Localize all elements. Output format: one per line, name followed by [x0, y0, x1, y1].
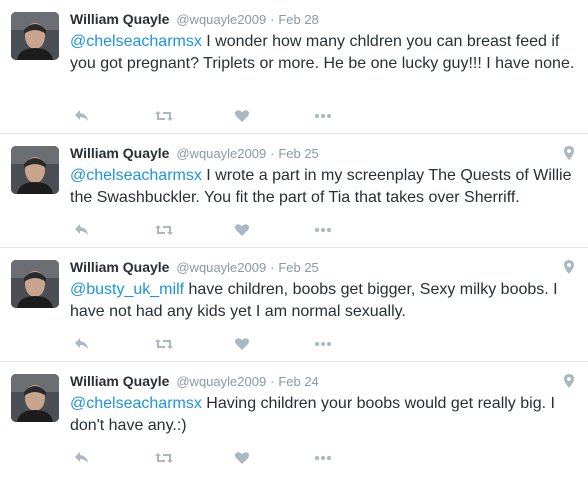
like-button[interactable]: [234, 449, 314, 467]
fullname[interactable]: William Quayle: [70, 259, 169, 275]
timestamp[interactable]: Feb 24: [278, 374, 318, 389]
tweet[interactable]: William Quayle @wquayle2009 · Feb 25 @bu…: [0, 248, 588, 362]
reply-button[interactable]: [74, 335, 154, 353]
like-icon: [235, 110, 249, 122]
more-button[interactable]: [314, 221, 394, 239]
more-button[interactable]: [314, 449, 394, 467]
tweet-header: William Quayle @wquayle2009 · Feb 28: [70, 10, 319, 29]
reply-icon: [75, 338, 88, 349]
tweet-header: William Quayle @wquayle2009 · Feb 25: [70, 144, 319, 163]
avatar[interactable]: [11, 146, 59, 194]
mention-link[interactable]: @busty_uk_milf: [70, 281, 184, 298]
reply-icon: [75, 452, 88, 463]
separator: ·: [270, 146, 275, 161]
reply-icon: [75, 110, 88, 121]
like-button[interactable]: [234, 107, 314, 125]
username[interactable]: @wquayle2009: [176, 374, 266, 389]
tweet-header: William Quayle @wquayle2009 · Feb 24: [70, 372, 319, 391]
tweet[interactable]: William Quayle @wquayle2009 · Feb 28 @ch…: [0, 0, 588, 134]
separator: ·: [270, 374, 275, 389]
tweet-actions: [74, 221, 394, 239]
fullname[interactable]: William Quayle: [70, 11, 169, 27]
reply-button[interactable]: [74, 221, 154, 239]
avatar[interactable]: [11, 374, 59, 422]
location-pin-icon[interactable]: [564, 260, 574, 274]
mention-link[interactable]: @chelseacharmsx: [70, 167, 202, 184]
location-pin-icon[interactable]: [564, 146, 574, 160]
username[interactable]: @wquayle2009: [176, 146, 266, 161]
fullname[interactable]: William Quayle: [70, 145, 169, 161]
retweet-button[interactable]: [154, 221, 234, 239]
username[interactable]: @wquayle2009: [176, 260, 266, 275]
retweet-button[interactable]: [154, 449, 234, 467]
retweet-icon: [155, 453, 173, 463]
tweet-actions: [74, 107, 394, 125]
mention-link[interactable]: @chelseacharmsx: [70, 395, 202, 412]
tweet-timeline: William Quayle @wquayle2009 · Feb 28 @ch…: [0, 0, 588, 479]
reply-button[interactable]: [74, 107, 154, 125]
tweet-actions: [74, 449, 394, 467]
retweet-icon: [155, 339, 173, 349]
username[interactable]: @wquayle2009: [176, 12, 266, 27]
timestamp[interactable]: Feb 25: [278, 260, 318, 275]
separator: ·: [270, 12, 275, 27]
like-icon: [235, 338, 249, 350]
mention-link[interactable]: @chelseacharmsx: [70, 33, 202, 50]
reply-button[interactable]: [74, 449, 154, 467]
more-icon: [315, 114, 331, 118]
retweet-icon: [155, 111, 173, 121]
more-button[interactable]: [314, 107, 394, 125]
tweet-text: @busty_uk_milf have children, boobs get …: [70, 279, 580, 323]
timestamp[interactable]: Feb 28: [278, 12, 318, 27]
tweet-text: @chelseacharmsx I wonder how many chldre…: [70, 31, 580, 75]
more-button[interactable]: [314, 335, 394, 353]
like-button[interactable]: [234, 221, 314, 239]
like-button[interactable]: [234, 335, 314, 353]
tweet-header: William Quayle @wquayle2009 · Feb 25: [70, 258, 319, 277]
tweet[interactable]: William Quayle @wquayle2009 · Feb 25 @ch…: [0, 134, 588, 248]
reply-icon: [75, 224, 88, 235]
retweet-button[interactable]: [154, 335, 234, 353]
tweet-actions: [74, 335, 394, 353]
timestamp[interactable]: Feb 25: [278, 146, 318, 161]
more-icon: [315, 456, 331, 460]
retweet-icon: [155, 225, 173, 235]
avatar[interactable]: [11, 260, 59, 308]
avatar[interactable]: [11, 12, 59, 60]
separator: ·: [270, 260, 275, 275]
tweet-text: @chelseacharmsx Having children your boo…: [70, 393, 580, 437]
tweet-text: @chelseacharmsx I wrote a part in my scr…: [70, 165, 580, 209]
tweet[interactable]: William Quayle @wquayle2009 · Feb 24 @ch…: [0, 362, 588, 479]
more-icon: [315, 342, 331, 346]
more-icon: [315, 228, 331, 232]
fullname[interactable]: William Quayle: [70, 373, 169, 389]
location-pin-icon[interactable]: [564, 374, 574, 388]
like-icon: [235, 224, 249, 236]
retweet-button[interactable]: [154, 107, 234, 125]
like-icon: [235, 452, 249, 464]
